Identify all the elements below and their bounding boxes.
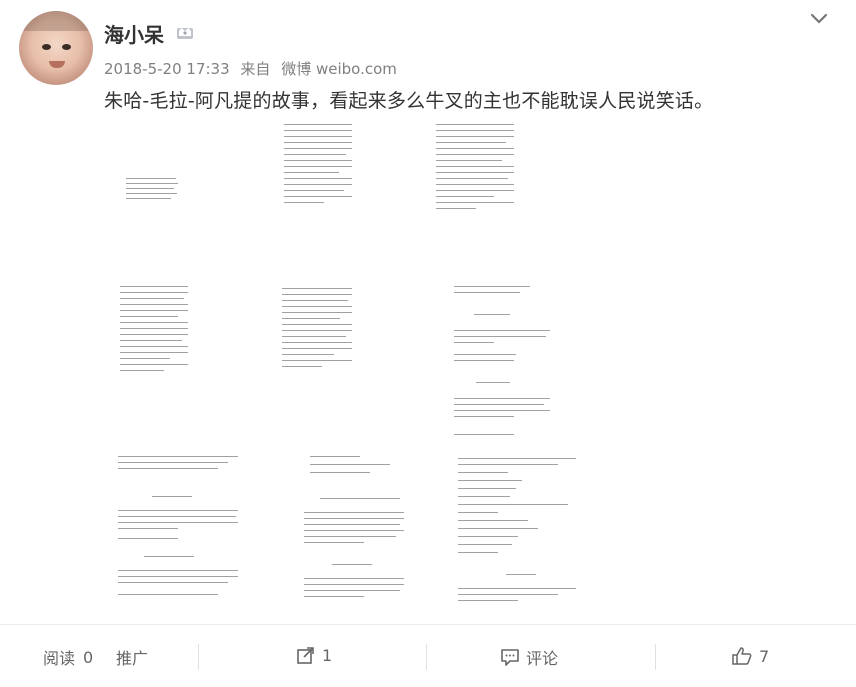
post-meta: 2018-5-20 17:33 来自 微博 weibo.com	[104, 58, 403, 79]
promote-button[interactable]: 推广	[116, 645, 148, 669]
post-image[interactable]	[104, 452, 269, 614]
post-image[interactable]	[104, 284, 269, 404]
post-image[interactable]	[270, 116, 435, 236]
action-bar: 阅读 0 推广 1 评论 7	[0, 624, 856, 687]
comment-label: 评论	[526, 649, 559, 668]
avatar-hair	[19, 11, 93, 31]
post-image[interactable]	[270, 284, 435, 404]
like-button[interactable]: 7	[731, 645, 769, 667]
thumbs-up-icon	[732, 647, 752, 665]
promote-label: 推广	[116, 649, 149, 668]
weibo-post-card: 海小呆 2018-5-20 17:33 来自 微博 weibo.com 朱哈-毛…	[0, 0, 856, 686]
divider	[198, 644, 199, 670]
post-source[interactable]: 微博 weibo.com	[281, 60, 397, 78]
avatar-eye	[62, 44, 71, 50]
crown-icon	[177, 28, 193, 39]
username[interactable]: 海小呆	[104, 19, 164, 48]
divider	[426, 644, 427, 670]
comment-button[interactable]: 评论	[500, 645, 558, 669]
chevron-down-icon[interactable]	[810, 12, 828, 26]
read-count: 阅读 0	[43, 645, 93, 669]
share-count: 1	[322, 645, 333, 665]
like-count: 7	[759, 646, 770, 666]
post-source-prefix: 来自	[240, 60, 271, 78]
post-date[interactable]: 2018-5-20 17:33	[104, 60, 230, 78]
post-image[interactable]	[436, 452, 601, 614]
post-image[interactable]	[436, 116, 601, 236]
post-image[interactable]	[436, 284, 601, 444]
avatar-mouth	[49, 61, 65, 68]
divider	[655, 644, 656, 670]
avatar-eye	[42, 44, 51, 50]
avatar[interactable]	[19, 11, 93, 85]
post-text: 朱哈-毛拉-阿凡提的故事，看起来多么牛叉的主也不能耽误人民说笑话。	[104, 90, 714, 112]
read-label: 阅读	[43, 649, 76, 668]
post-image[interactable]	[104, 116, 269, 236]
share-icon	[297, 647, 314, 664]
read-count-value: 0	[83, 647, 94, 667]
post-image[interactable]	[270, 452, 435, 614]
comment-icon	[501, 649, 519, 666]
repost-button[interactable]: 1	[296, 645, 332, 665]
